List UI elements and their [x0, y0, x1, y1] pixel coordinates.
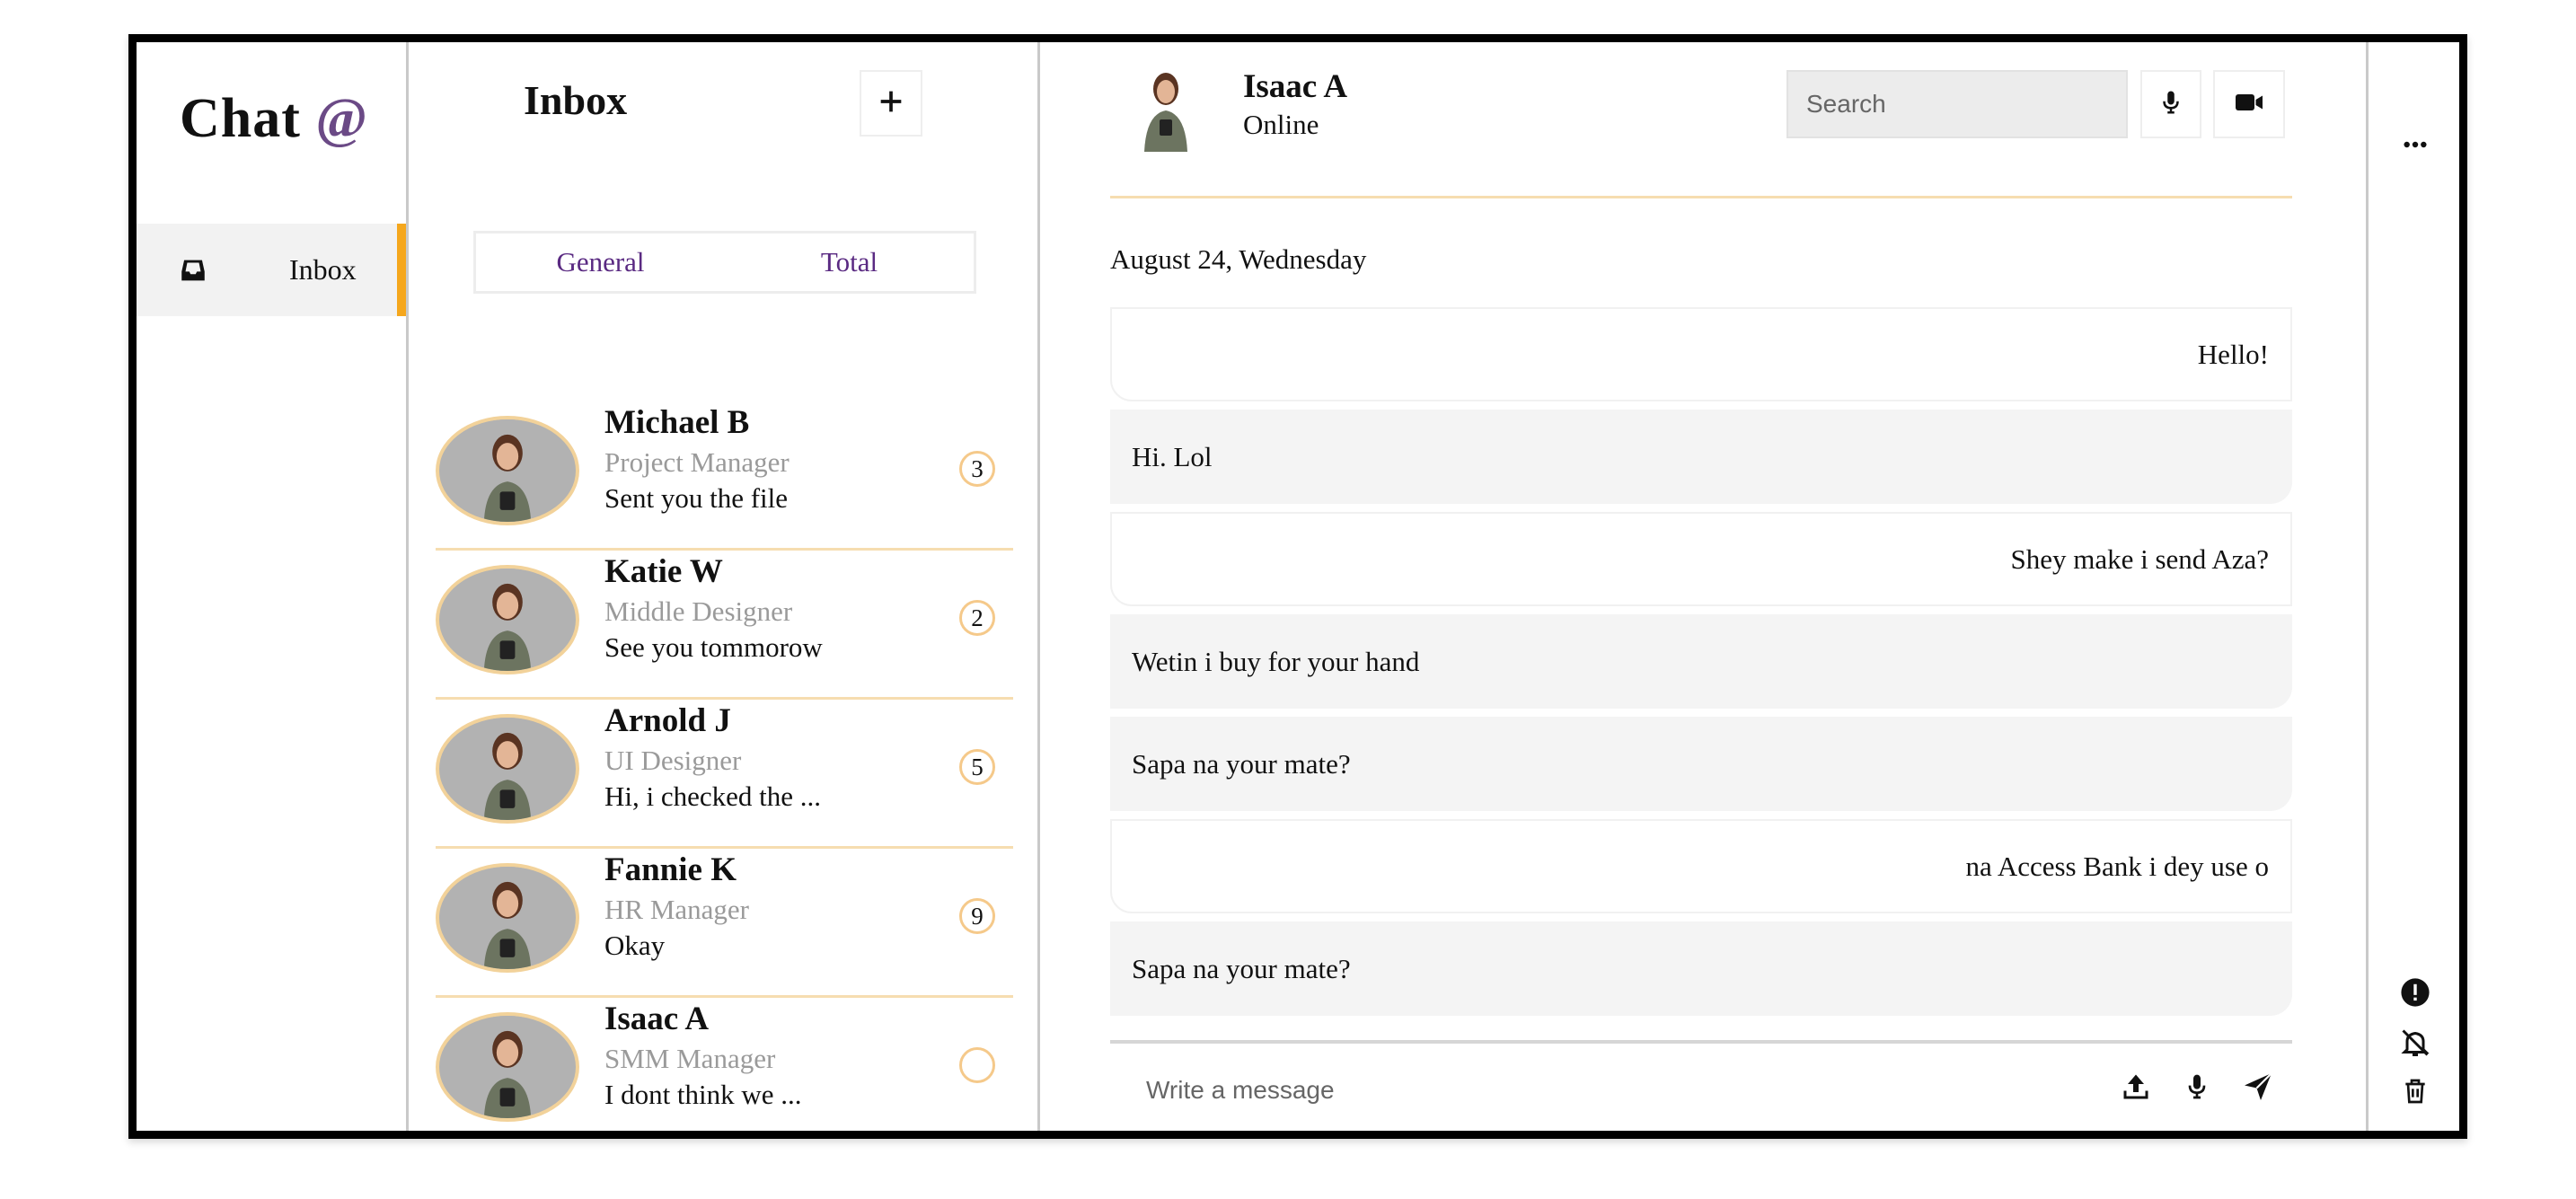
contact-last-message: I dont think we ... — [604, 1079, 802, 1110]
message-sent: na Access Bank i dey use o — [1110, 819, 2292, 913]
unread-count-badge: 9 — [959, 898, 995, 934]
message-input[interactable] — [1146, 1063, 1954, 1117]
contact-role: Middle Designer — [604, 595, 793, 627]
microphone-icon — [2183, 1072, 2211, 1106]
search-input[interactable] — [1786, 70, 2128, 138]
contact-name: Isaac A — [604, 1001, 710, 1037]
contact-list: Michael B Project Manager Sent you the f… — [436, 401, 1013, 1131]
contact-item[interactable]: Fannie K HR Manager Okay 9 — [436, 849, 1013, 998]
utility-rail — [2366, 42, 2459, 1131]
contact-item[interactable]: Michael B Project Manager Sent you the f… — [436, 401, 1013, 551]
inbox-panel: Inbox General Total Michael B Project Ma… — [409, 42, 1040, 1131]
header-divider — [1110, 196, 2292, 198]
message-sent: Shey make i send Aza? — [1110, 512, 2292, 606]
upload-button[interactable] — [2116, 1069, 2156, 1108]
unread-count-badge: 5 — [959, 749, 995, 785]
video-call-button[interactable] — [2213, 70, 2285, 138]
message-text: Hello! — [2197, 338, 2269, 370]
voice-call-button[interactable] — [2140, 70, 2201, 138]
message-composer — [1110, 1040, 2292, 1131]
contact-role: UI Designer — [604, 745, 742, 776]
avatar — [436, 714, 579, 824]
mute-notifications-icon — [2399, 1027, 2431, 1063]
chat-date-label: August 24, Wednesday — [1110, 243, 1367, 275]
contact-role: Project Manager — [604, 446, 790, 478]
plus-icon — [876, 86, 906, 121]
chat-contact-name: Isaac A — [1243, 68, 1348, 105]
logo-text: Chat — [180, 88, 301, 149]
inbox-tabs: General Total — [473, 231, 976, 294]
contact-name: Arnold J — [604, 702, 731, 739]
tab-general[interactable]: General — [476, 234, 725, 291]
sidebar: Chat @ Inbox — [137, 42, 409, 1131]
contact-item[interactable]: Isaac A SMM Manager I dont think we ... — [436, 998, 1013, 1131]
contact-item[interactable]: Arnold J UI Designer Hi, i checked the .… — [436, 700, 1013, 849]
message-received: Wetin i buy for your hand — [1110, 614, 2292, 709]
chat-contact-status: Online — [1243, 109, 1319, 140]
video-camera-icon — [2233, 86, 2265, 123]
mute-notifications-button[interactable] — [2397, 1027, 2433, 1062]
inbox-title: Inbox — [524, 77, 628, 123]
report-button[interactable] — [2397, 976, 2433, 1012]
contact-name: Michael B — [604, 404, 750, 441]
message-sent: Hello! — [1110, 307, 2292, 401]
logo-at-symbol: @ — [315, 88, 369, 149]
tab-total[interactable]: Total — [725, 234, 974, 291]
contact-last-message: Hi, i checked the ... — [604, 780, 822, 812]
voice-message-button[interactable] — [2177, 1069, 2217, 1108]
message-text: Wetin i buy for your hand — [1132, 645, 1420, 677]
new-chat-button[interactable] — [860, 70, 922, 137]
alert-icon — [2400, 977, 2430, 1012]
app-window: Chat @ Inbox Inbox General Total Michael… — [128, 34, 2467, 1139]
avatar — [436, 1012, 579, 1122]
message-text: Sapa na your mate? — [1132, 747, 1351, 780]
contact-item[interactable]: Katie W Middle Designer See you tommorow… — [436, 551, 1013, 700]
message-text: Sapa na your mate? — [1132, 952, 1351, 984]
message-received: Sapa na your mate? — [1110, 717, 2292, 811]
send-icon — [2242, 1071, 2274, 1107]
contact-name: Fannie K — [604, 851, 737, 888]
trash-icon — [2401, 1077, 2430, 1110]
unread-count-badge — [959, 1047, 995, 1083]
contact-last-message: Sent you the file — [604, 482, 789, 514]
chat-panel: Isaac A Online August 24, Wednesday Hell… — [1040, 42, 2366, 1131]
avatar — [1134, 64, 1198, 152]
message-text: Hi. Lol — [1132, 440, 1213, 472]
contact-last-message: See you tommorow — [604, 631, 823, 663]
message-received: Sapa na your mate? — [1110, 921, 2292, 1016]
app-logo: Chat @ — [180, 87, 368, 151]
send-button[interactable] — [2238, 1069, 2278, 1108]
contact-role: SMM Manager — [604, 1043, 776, 1074]
contact-last-message: Okay — [604, 930, 666, 961]
more-options-button[interactable] — [2397, 128, 2433, 164]
avatar — [436, 416, 579, 525]
avatar — [436, 863, 579, 973]
message-received: Hi. Lol — [1110, 410, 2292, 504]
sidebar-item-inbox[interactable]: Inbox — [137, 224, 406, 316]
contact-name: Katie W — [604, 553, 723, 590]
more-options-icon — [2401, 130, 2430, 163]
sidebar-item-label: Inbox — [289, 253, 357, 286]
microphone-icon — [2157, 89, 2184, 120]
delete-chat-button[interactable] — [2397, 1075, 2433, 1111]
avatar — [436, 565, 579, 674]
unread-count-badge: 3 — [959, 451, 995, 487]
inbox-icon — [178, 255, 208, 286]
upload-icon — [2120, 1071, 2152, 1107]
message-text: Shey make i send Aza? — [2010, 542, 2269, 575]
message-list: Hello! Hi. Lol Shey make i send Aza? Wet… — [1110, 307, 2292, 1024]
unread-count-badge: 2 — [959, 600, 995, 636]
message-text: na Access Bank i dey use o — [1965, 850, 2269, 882]
contact-role: HR Manager — [604, 894, 749, 925]
